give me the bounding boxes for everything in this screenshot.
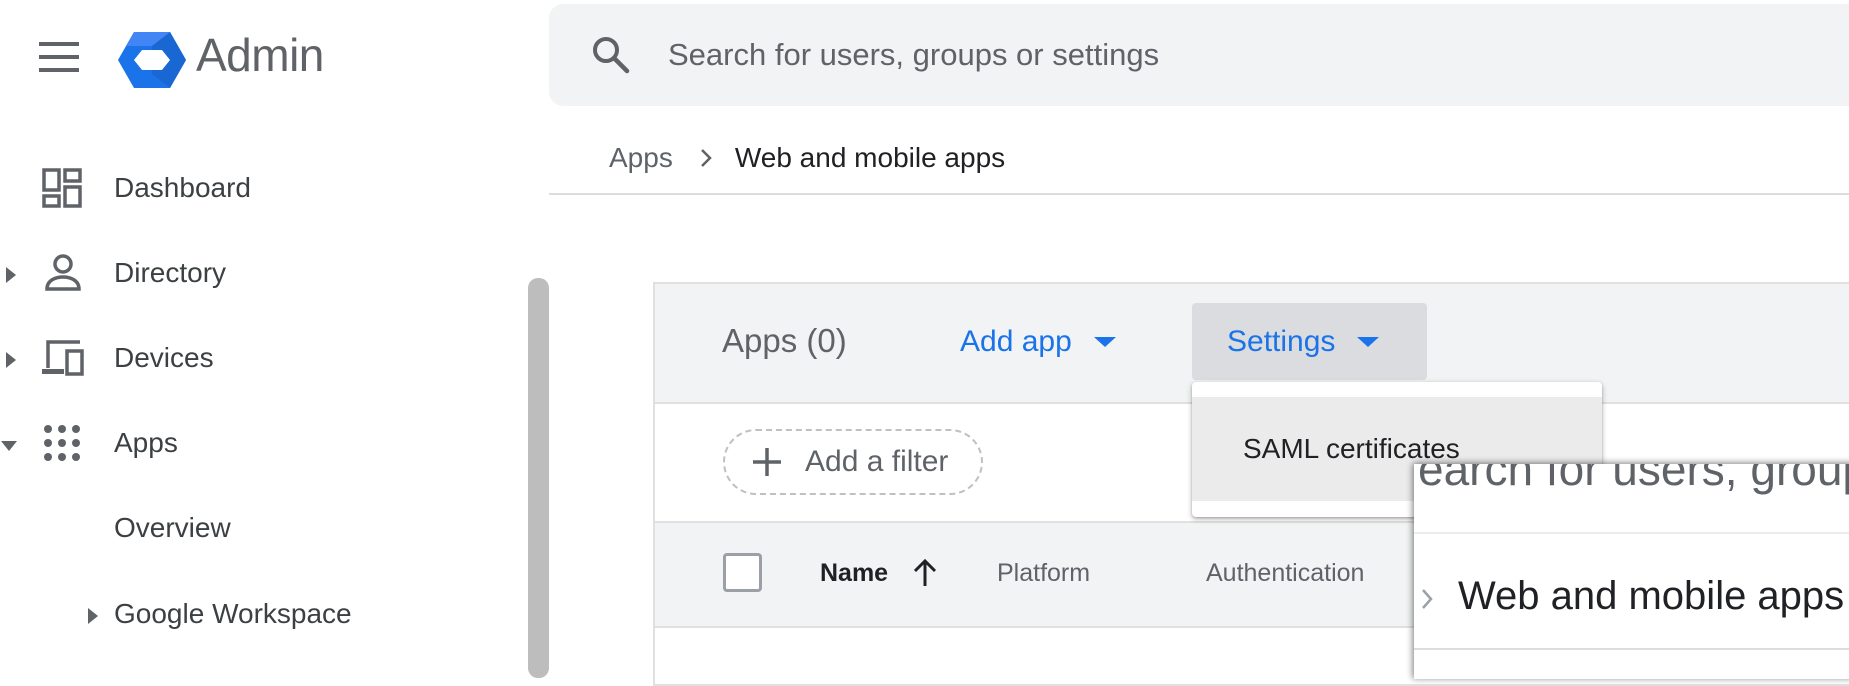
add-filter-chip[interactable]: Add a filter bbox=[723, 429, 983, 495]
breadcrumb: Apps Web and mobile apps bbox=[609, 138, 1005, 178]
apps-count-title: Apps (0) bbox=[722, 322, 847, 359]
search-input[interactable] bbox=[668, 30, 1568, 80]
expand-arrow-icon bbox=[6, 352, 16, 368]
sidebar-scrollbar[interactable] bbox=[528, 278, 549, 678]
sidebar-item-devices[interactable]: Devices bbox=[0, 330, 520, 390]
sidebar-item-label: Devices bbox=[114, 342, 214, 373]
caret-down-icon bbox=[1093, 337, 1116, 347]
sidebar-subitem-label: Google Workspace bbox=[114, 598, 352, 629]
breadcrumb-current: Web and mobile apps bbox=[734, 142, 1006, 173]
breadcrumb-apps-link[interactable]: Apps bbox=[609, 142, 673, 174]
sidebar-subitem-overview[interactable]: Overview bbox=[0, 500, 520, 560]
settings-label: Settings bbox=[1227, 324, 1336, 358]
hamburger-menu-icon bbox=[39, 42, 79, 72]
expand-arrow-icon bbox=[6, 267, 16, 283]
admin-logo-icon[interactable] bbox=[118, 30, 186, 90]
column-header-authentication[interactable]: Authentication bbox=[1206, 559, 1364, 588]
settings-button[interactable]: Settings bbox=[1192, 303, 1427, 380]
search-icon[interactable] bbox=[589, 33, 633, 77]
sidebar-subitem-label: Overview bbox=[114, 512, 231, 543]
app-title: Admin bbox=[196, 29, 324, 81]
column-header-name[interactable]: Name bbox=[820, 559, 888, 588]
sidebar-item-apps[interactable]: Apps bbox=[0, 415, 520, 475]
select-all-checkbox[interactable] bbox=[723, 553, 762, 592]
add-filter-label: Add a filter bbox=[805, 445, 949, 478]
sort-ascending-icon[interactable] bbox=[910, 556, 940, 588]
zoom-overlay: earch for users, groups Web and mobile a… bbox=[1414, 464, 1849, 679]
sidebar-item-label: Dashboard bbox=[114, 172, 251, 203]
devices-icon bbox=[42, 340, 84, 376]
chevron-right-icon bbox=[1422, 589, 1433, 609]
sidebar-item-label: Directory bbox=[114, 257, 227, 288]
column-header-platform[interactable]: Platform bbox=[997, 559, 1090, 588]
plus-icon bbox=[753, 448, 781, 476]
chevron-right-icon bbox=[700, 149, 712, 167]
apps-grid-icon bbox=[44, 425, 80, 461]
menu-item-label: SAML certificates bbox=[1243, 433, 1460, 464]
sidebar-item-directory[interactable]: Directory bbox=[0, 245, 520, 305]
expand-arrow-icon bbox=[88, 608, 98, 624]
zoom-breadcrumb-text: Web and mobile apps bbox=[1458, 574, 1845, 618]
zoom-divider bbox=[1414, 532, 1849, 534]
add-app-button[interactable]: Add app bbox=[960, 316, 1116, 368]
zoom-search-text: earch for users, groups bbox=[1418, 464, 1849, 495]
person-icon bbox=[45, 254, 81, 291]
dashboard-icon bbox=[42, 168, 82, 208]
main-menu-button[interactable] bbox=[30, 30, 88, 84]
caret-down-icon bbox=[1357, 336, 1380, 347]
sidebar-item-dashboard[interactable]: Dashboard bbox=[0, 160, 520, 220]
collapse-arrow-icon bbox=[1, 441, 17, 451]
sidebar-subitem-google-workspace[interactable]: Google Workspace bbox=[0, 586, 520, 646]
add-app-label: Add app bbox=[960, 325, 1072, 358]
sidebar-item-label: Apps bbox=[114, 427, 178, 458]
breadcrumb-divider bbox=[549, 193, 1849, 195]
zoom-divider bbox=[1414, 648, 1849, 650]
